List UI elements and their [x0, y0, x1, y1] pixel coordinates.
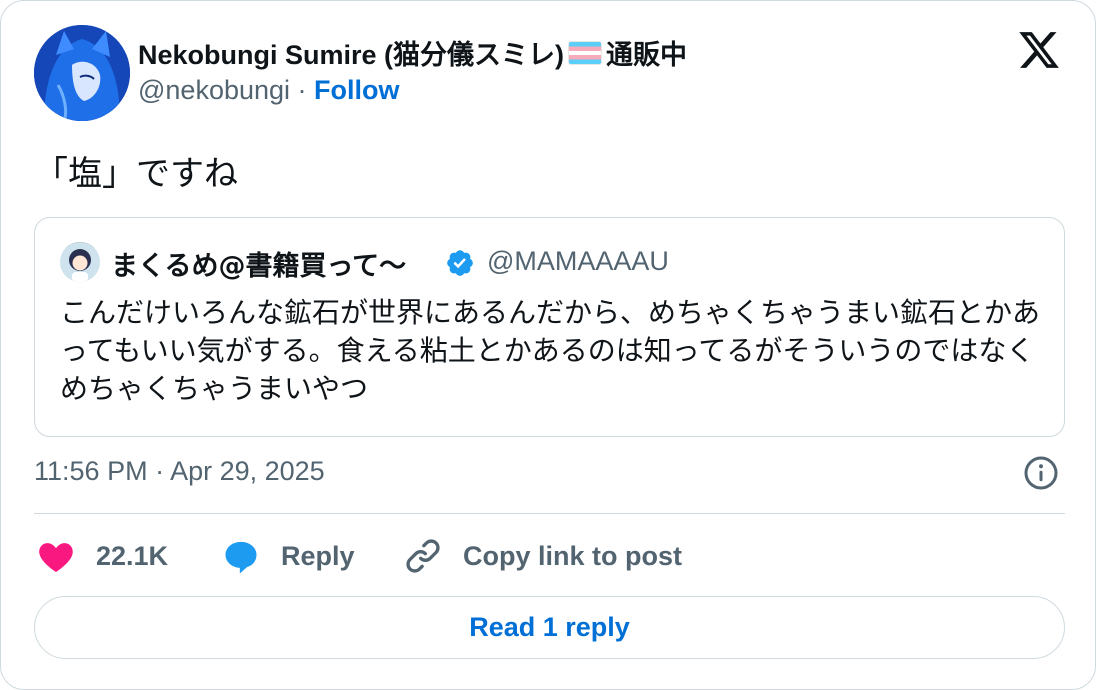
info-icon[interactable]	[1023, 455, 1059, 491]
x-logo-icon[interactable]	[1017, 28, 1061, 72]
copy-link-button[interactable]: Copy link to post	[403, 533, 682, 579]
author-display-name[interactable]: Nekobungi Sumire (猫分儀スミレ) 通販中	[138, 33, 687, 72]
post-timestamp[interactable]: 11:56 PM · Apr 29, 2025	[34, 456, 325, 487]
quoted-author-handle[interactable]: @MAMAAAAU	[487, 246, 669, 277]
follow-link[interactable]: Follow	[314, 75, 399, 105]
author-avatar[interactable]	[34, 25, 130, 121]
post-text: 「塩」ですね	[34, 154, 238, 194]
quoted-post-text: こんだけいろんな鉱石が世界にあるんだから、めちゃくちゃうまい鉱石とかあってもいい…	[60, 296, 1041, 405]
quoted-author-name[interactable]: まくるめ@書籍買って〜	[111, 244, 406, 283]
heart-icon	[39, 543, 73, 572]
read-replies-button[interactable]: Read 1 reply	[34, 596, 1065, 659]
author-handle[interactable]: @nekobungi	[138, 75, 290, 105]
reply-bubble-icon	[225, 541, 257, 574]
author-name-suffix: 通販中	[606, 40, 688, 70]
read-replies-label: Read 1 reply	[469, 612, 630, 642]
author-handle-row: @nekobungi · Follow	[138, 75, 400, 106]
avatar-anime-blue-icon	[34, 25, 130, 121]
reply-button[interactable]: Reply	[221, 533, 355, 579]
quoted-post[interactable]: まくるめ@書籍買って〜 @MAMAAAAU こんだけいろんな鉱石が世界にあるんだ…	[34, 217, 1065, 437]
divider	[34, 513, 1065, 514]
like-button[interactable]: 22.1K	[36, 533, 168, 579]
handle-separator: ·	[290, 75, 315, 105]
copy-link-label: Copy link to post	[463, 540, 682, 571]
quoted-author-avatar[interactable]	[60, 242, 100, 282]
avatar-chibi-icon	[60, 242, 100, 282]
verified-badge-icon	[447, 250, 473, 276]
reply-label: Reply	[281, 540, 355, 571]
author-name-text: Nekobungi Sumire (猫分儀スミレ)	[138, 40, 565, 70]
link-icon	[406, 539, 440, 573]
like-count: 22.1K	[96, 540, 169, 571]
transgender-flag-icon	[568, 40, 603, 65]
embedded-post-card: Nekobungi Sumire (猫分儀スミレ) 通販中 @nekobungi…	[0, 0, 1096, 690]
